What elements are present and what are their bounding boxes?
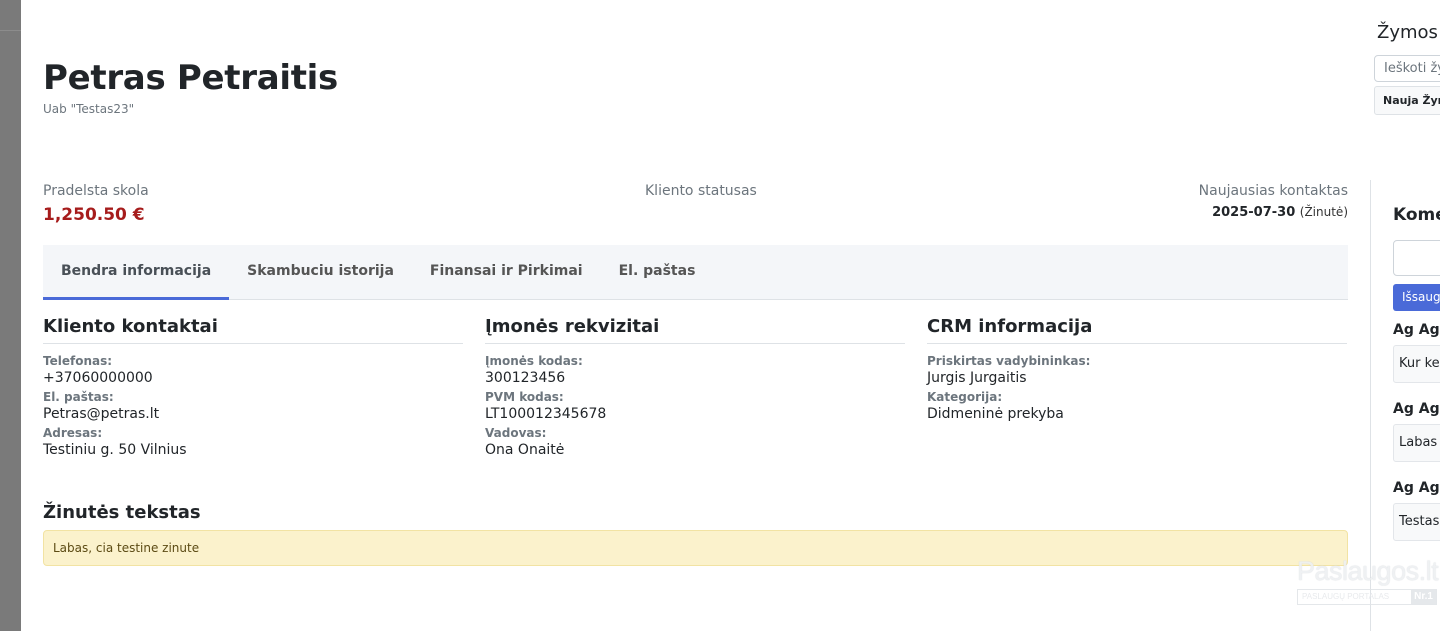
status-label: Kliento statusas	[645, 183, 757, 199]
tab-bar: Bendra informacija Skambuciu istorija Fi…	[43, 245, 1348, 300]
assigned-manager-value: Jurgis Jurgaitis	[927, 370, 1027, 386]
status-summary: Kliento statusas	[645, 183, 757, 199]
comment-author: Ag Ag	[1393, 322, 1440, 338]
debt-summary: Pradelsta skola 1,250.50 €	[43, 183, 149, 225]
customer-header: Petras Petraitis Uab "Testas23"	[43, 56, 338, 116]
tags-title: Žymos	[1377, 22, 1438, 43]
watermark-sub: PASLAUGŲ PORTALAS Nr.1	[1297, 589, 1437, 605]
message-section: Žinutės tekstas Labas, cia testine zinut…	[43, 502, 1348, 566]
company-details-section: Įmonės rekvizitai Įmonės kodas: 30012345…	[485, 316, 905, 462]
comment-text: Testas	[1393, 503, 1440, 541]
modal-backdrop[interactable]	[0, 0, 21, 631]
tab-general-info[interactable]: Bendra informacija	[43, 245, 230, 300]
crm-section: CRM informacija Priskirtas vadybininkas:…	[927, 316, 1347, 462]
company-details-title: Įmonės rekvizitai	[485, 316, 905, 344]
message-title: Žinutės tekstas	[43, 502, 201, 523]
watermark-brand: Paslaugos.lt	[1297, 556, 1439, 586]
vat-label: PVM kodas:	[485, 390, 564, 404]
message-text: Labas, cia testine zinute	[43, 530, 1348, 566]
comment-author: Ag Ag	[1393, 480, 1440, 496]
crm-title: CRM informacija	[927, 316, 1347, 344]
comments-title: Kome	[1393, 205, 1440, 225]
category-label: Kategorija:	[927, 390, 1003, 404]
info-columns: Kliento kontaktai Telefonas: +3706000000…	[43, 316, 1348, 462]
last-contact-note: (Žinutė)	[1299, 205, 1348, 219]
address-value: Testiniu g. 50 Vilnius	[43, 442, 187, 458]
save-comment-button[interactable]: Išsauge	[1393, 284, 1440, 311]
backdrop-divider	[0, 30, 21, 31]
comment-input[interactable]	[1393, 240, 1440, 276]
address-label: Adresas:	[43, 426, 103, 440]
customer-company: Uab "Testas23"	[43, 102, 135, 116]
last-contact-date: 2025-07-30	[1212, 205, 1296, 220]
contacts-title: Kliento kontaktai	[43, 316, 463, 344]
last-contact-summary: Naujausias kontaktas 2025-07-30 (Žinutė)	[1199, 183, 1348, 220]
tab-call-history[interactable]: Skambuciu istorija	[229, 245, 412, 300]
email-label: El. paštas:	[43, 390, 114, 404]
comment-author: Ag Ag	[1393, 401, 1440, 417]
contacts-section: Kliento kontaktai Telefonas: +3706000000…	[43, 316, 463, 462]
tab-email[interactable]: El. paštas	[601, 245, 714, 300]
watermark: Paslaugos.lt PASLAUGŲ PORTALAS Nr.1	[1297, 556, 1439, 605]
email-value: Petras@petras.lt	[43, 406, 160, 422]
last-contact-value: 2025-07-30 (Žinutė)	[1199, 205, 1348, 220]
debt-value: 1,250.50 €	[43, 205, 145, 225]
category-value: Didmeninė prekyba	[927, 406, 1064, 422]
summary-bar: Pradelsta skola 1,250.50 € Kliento statu…	[43, 183, 1348, 233]
manager-value: Ona Onaitė	[485, 442, 565, 458]
phone-value: +37060000000	[43, 370, 153, 386]
comment-text: Kur ke	[1393, 345, 1440, 383]
watermark-rank: Nr.1	[1411, 590, 1436, 604]
tags-search-input[interactable]: Ieškoti žy	[1374, 55, 1440, 82]
company-code-value: 300123456	[485, 370, 566, 386]
phone-label: Telefonas:	[43, 354, 113, 368]
customer-modal: Petras Petraitis Uab "Testas23" Pradelst…	[21, 0, 1440, 631]
company-code-label: Įmonės kodas:	[485, 354, 583, 368]
tab-finances[interactable]: Finansai ir Pirkimai	[412, 245, 601, 300]
vat-value: LT100012345678	[485, 406, 607, 422]
new-tag-button[interactable]: Nauja Žymo	[1374, 86, 1440, 115]
last-contact-label: Naujausias kontaktas	[1198, 183, 1348, 199]
assigned-manager-label: Priskirtas vadybininkas:	[927, 354, 1091, 368]
manager-label: Vadovas:	[485, 426, 547, 440]
watermark-sub-text: PASLAUGŲ PORTALAS	[1302, 592, 1390, 601]
customer-name: Petras Petraitis	[43, 58, 338, 98]
comment-text: Labas	[1393, 424, 1440, 462]
debt-label: Pradelsta skola	[43, 183, 149, 199]
